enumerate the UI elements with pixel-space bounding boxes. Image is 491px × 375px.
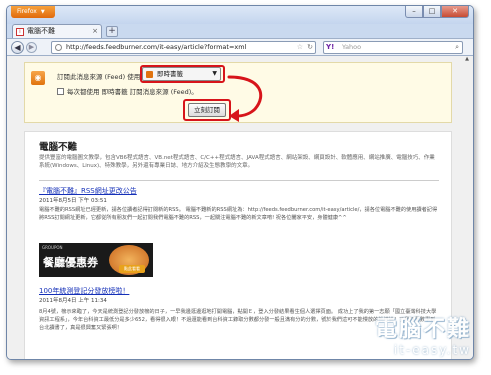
url-text: http://feeds.feedburner.com/it-easy/arti… [66, 43, 247, 51]
divider [39, 180, 439, 181]
back-button[interactable]: ◀ [11, 41, 24, 54]
feed-description: 提供豐富的電腦圖文教學，包含VB6程式語言、VB.net程式語言、C/C++程式… [39, 155, 435, 169]
globe-icon [55, 44, 62, 51]
yahoo-engine-icon[interactable]: Y! [326, 42, 334, 53]
feed-title: 電腦不難 [39, 142, 78, 153]
search-icon[interactable]: ⌕ [455, 42, 459, 53]
firefox-menu-button[interactable]: Firefox ▼ [11, 6, 55, 18]
forward-button[interactable]: ▶ [26, 42, 37, 53]
watermark-url: it-easy.tw [393, 343, 471, 357]
always-use-option[interactable]: 每次都使用 即時書籤 訂閱消息來源 (Feed)。 [57, 86, 198, 96]
entry-title-link[interactable]: 『電腦不難』RSS網址更改公告 [39, 186, 137, 196]
entry-date: 2011年8月4日 上午 11:34 [39, 298, 107, 304]
subscribe-label: 訂閱此消息來源 (Feed) 使用 [57, 73, 141, 81]
entry-date: 2011年8月5日 下午 03:51 [39, 198, 107, 204]
title-bar: Firefox ▼ – □ ✕ [7, 6, 473, 24]
minimize-button[interactable]: – [405, 6, 423, 18]
browser-window: Firefox ▼ – □ ✕ i 電腦不難 × + ◀ ▶ http://fee… [6, 5, 474, 360]
site-watermark: 電腦不難 it-easy.tw [375, 311, 471, 357]
site-favicon-icon: i [16, 28, 24, 36]
url-bar[interactable]: http://feeds.feedburner.com/it-easy/arti… [51, 41, 316, 54]
search-placeholder: Yahoo [342, 43, 362, 51]
entry-title-link[interactable]: 100年統測登記分發放榜啦！ [39, 286, 129, 296]
watermark-title: 電腦不難 [374, 317, 471, 342]
window-controls: – □ ✕ [405, 6, 469, 18]
firefox-menu-label: Firefox [17, 8, 37, 15]
scroll-up-icon[interactable]: ▲ [461, 56, 473, 64]
reload-icon[interactable]: ↻ [307, 42, 313, 53]
select-highlight-box [140, 65, 225, 83]
tab-feed[interactable]: i 電腦不難 × [12, 24, 102, 38]
always-use-checkbox[interactable] [57, 88, 64, 95]
maximize-button[interactable]: □ [423, 6, 441, 18]
ad-text: 餐廳優惠券 [43, 256, 98, 269]
bookmark-star-icon[interactable]: ☆ [297, 42, 303, 53]
groupon-ad-banner[interactable]: GROUPON 餐廳優惠券 點此看看 [39, 243, 153, 277]
always-use-label: 每次都使用 即時書籤 訂閱消息來源 (Feed)。 [67, 88, 198, 96]
rss-feed-icon: ◉ [31, 71, 45, 85]
navigation-bar: ◀ ▶ http://feeds.feedburner.com/it-easy/… [7, 38, 473, 56]
subscribe-panel: ◉ 訂閱此消息來源 (Feed) 使用 即時書籤 ▼ 每次都使用 即時書籤 訂閱… [24, 62, 452, 123]
new-tab-button[interactable]: + [106, 26, 118, 37]
entry-body: 電腦不難的RSS網址已經更新，請各位讀者記得訂閱新的RSS。 電腦不難新的RSS… [39, 207, 438, 221]
search-bar[interactable]: Y! Yahoo ⌕ [323, 41, 463, 54]
close-window-button[interactable]: ✕ [441, 6, 469, 18]
ad-brand: GROUPON [42, 245, 63, 250]
tab-title: 電腦不難 [27, 27, 55, 35]
tab-close-icon[interactable]: × [92, 25, 98, 38]
tab-strip: i 電腦不難 × + [7, 24, 473, 38]
chevron-down-icon: ▼ [40, 9, 45, 15]
subscribe-now-button[interactable]: 立刻訂閱 [188, 103, 226, 117]
ad-cta-button[interactable]: 點此看看 [119, 265, 145, 273]
